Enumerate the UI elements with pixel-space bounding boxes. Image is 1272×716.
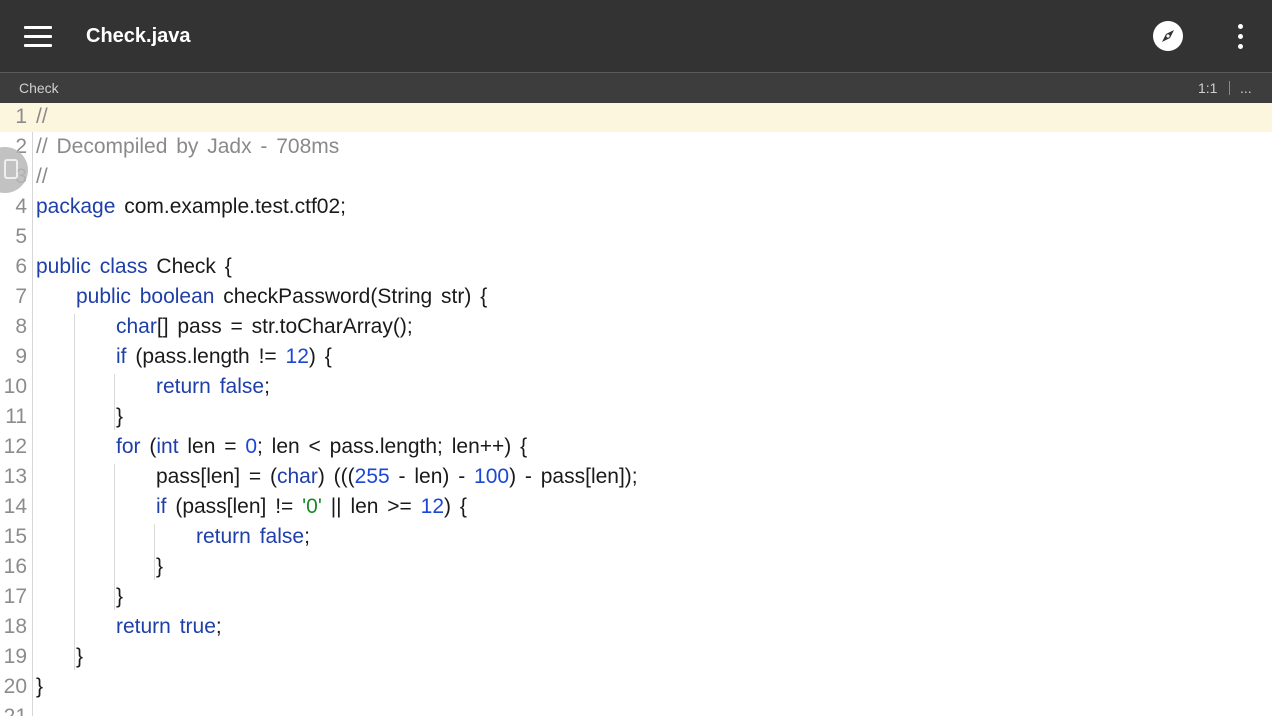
code-text: // Decompiled by Jadx - 708ms (36, 135, 340, 158)
line-number: 5 (15, 225, 27, 248)
dot (1237, 23, 1243, 29)
code-line[interactable]: 8 char[] pass = str.toCharArray(); (0, 312, 1272, 342)
line-number: 20 (3, 675, 27, 698)
compass-icon[interactable] (1152, 20, 1184, 52)
line-number: 10 (3, 375, 27, 398)
line-number: 13 (3, 465, 27, 488)
line-number: 18 (3, 615, 27, 638)
status-more-button[interactable]: ... (1240, 80, 1252, 96)
code-line[interactable]: 14 if (pass[len] != '0' || len >= 12) { (0, 492, 1272, 522)
code-text: package com.example.test.ctf02; (36, 195, 347, 218)
code-line[interactable]: 21 (0, 702, 1272, 716)
code-line[interactable]: 20} (0, 672, 1272, 702)
code-text: for (int len = 0; len < pass.length; len… (116, 435, 528, 458)
code-line[interactable]: 17} (0, 582, 1272, 612)
line-number: 15 (3, 525, 27, 548)
indent-guide (154, 524, 155, 580)
menu-bar (24, 34, 52, 38)
code-text: // (36, 105, 48, 128)
code-line[interactable]: 9 if (pass.length != 12) { (0, 342, 1272, 372)
indent-guide (114, 374, 115, 430)
status-divider (1229, 81, 1230, 95)
code-line[interactable]: 2// Decompiled by Jadx - 708ms (0, 132, 1272, 162)
line-number: 8 (15, 315, 27, 338)
line-number: 9 (15, 345, 27, 368)
code-line[interactable]: 5 (0, 222, 1272, 252)
code-line[interactable]: 6 public class Check { (0, 252, 1272, 282)
indent-guide (74, 314, 75, 670)
code-line[interactable]: 15 return false; (0, 522, 1272, 552)
dot (1237, 43, 1243, 49)
code-line[interactable]: 19} (0, 642, 1272, 672)
hamburger-menu-icon[interactable] (18, 16, 58, 56)
menu-bar (24, 25, 52, 29)
code-text: // (36, 165, 48, 188)
code-editor[interactable]: 1 // 2// Decompiled by Jadx - 708ms3// 4 pac… (0, 103, 1272, 716)
line-number: 17 (3, 585, 27, 608)
code-line[interactable]: 18 return true; (0, 612, 1272, 642)
code-line[interactable]: 1 // (0, 103, 1272, 132)
code-line[interactable]: 10 return false; (0, 372, 1272, 402)
code-text: } (36, 675, 44, 698)
line-number: 14 (3, 495, 27, 518)
menu-bar (24, 43, 52, 47)
code-text: char[] pass = str.toCharArray(); (116, 315, 413, 338)
code-line[interactable]: 3// (0, 162, 1272, 192)
code-text: if (pass[len] != '0' || len >= 12) { (156, 495, 467, 518)
code-text: } (156, 555, 164, 578)
code-text: } (116, 405, 124, 428)
code-text: return false; (156, 375, 270, 398)
line-number: 19 (3, 645, 27, 668)
code-text: public boolean checkPassword(String str)… (76, 285, 488, 308)
code-text: } (116, 585, 124, 608)
more-vert-icon[interactable] (1226, 16, 1254, 56)
line-number: 6 (15, 255, 27, 278)
code-text: return false; (196, 525, 310, 548)
file-title: Check.java (86, 25, 191, 47)
dot (1237, 33, 1243, 39)
indent-guide (114, 464, 115, 610)
app-bar: Check.java (0, 0, 1272, 72)
code-line[interactable]: 11} (0, 402, 1272, 432)
code-text: } (76, 645, 84, 668)
code-text: pass[len] = (char) (((255 - len) - 100) … (156, 465, 638, 488)
code-line[interactable]: 7 public boolean checkPassword(String str… (0, 282, 1272, 312)
class-name-label[interactable]: Check (19, 80, 59, 96)
code-line[interactable]: 4 package com.example.test.ctf02; (0, 192, 1272, 222)
line-number: 21 (0, 702, 27, 716)
code-line[interactable]: 13 pass[len] = (char) (((255 - len) - 100… (0, 462, 1272, 492)
code-text: public class Check { (36, 255, 232, 278)
line-number: 1 (15, 105, 27, 128)
cursor-position: 1:1 (1198, 80, 1218, 96)
line-number: 16 (3, 555, 27, 578)
code-line[interactable]: 12 for (int len = 0; len < pass.length; l… (0, 432, 1272, 462)
editor-status-bar: Check 1:1 ... (0, 72, 1272, 103)
code-text: if (pass.length != 12) { (116, 345, 332, 368)
line-number: 12 (3, 435, 27, 458)
line-number: 11 (5, 405, 27, 428)
code-line[interactable]: 16} (0, 552, 1272, 582)
line-number: 7 (15, 285, 27, 308)
line-number: 4 (15, 195, 27, 218)
code-text: return true; (116, 615, 222, 638)
